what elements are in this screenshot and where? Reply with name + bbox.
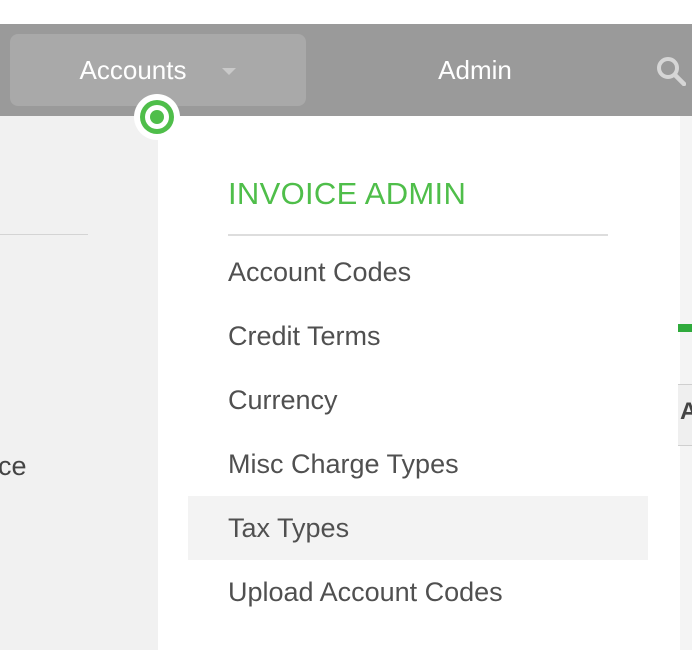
- background-right-edge: [680, 116, 692, 650]
- menu-item-misc-charge-types[interactable]: Misc Charge Types: [188, 432, 648, 496]
- menu-item-tax-types[interactable]: Tax Types: [188, 496, 648, 560]
- background-left-panel: ce: [0, 116, 158, 650]
- invoice-admin-menu-list: Account Codes Credit Terms Currency Misc…: [188, 240, 648, 624]
- section-title-invoice-admin: INVOICE ADMIN: [228, 176, 467, 211]
- background-table-header-fragment: A: [680, 398, 692, 425]
- accounts-dropdown-menu: INVOICE ADMIN Account Codes Credit Terms…: [158, 116, 678, 650]
- left-panel-text-fragment: ce: [0, 451, 27, 481]
- menu-item-account-codes[interactable]: Account Codes: [188, 240, 648, 304]
- menu-item-upload-account-codes[interactable]: Upload Account Codes: [188, 560, 648, 624]
- page: Accounts Admin ce A INVOICE ADMIN Accoun…: [0, 0, 692, 650]
- section-divider: [228, 234, 608, 236]
- nav-accounts-label: Accounts: [79, 54, 187, 85]
- active-menu-indicator-icon: [134, 94, 180, 140]
- top-nav-bar: Accounts Admin: [0, 24, 692, 116]
- nav-admin-menu[interactable]: Admin: [420, 34, 530, 106]
- menu-item-currency[interactable]: Currency: [188, 368, 648, 432]
- search-icon[interactable]: [656, 56, 686, 86]
- left-panel-divider: [0, 234, 88, 235]
- menu-item-credit-terms[interactable]: Credit Terms: [188, 304, 648, 368]
- chevron-down-icon: [222, 67, 237, 75]
- background-green-bar: [678, 324, 692, 332]
